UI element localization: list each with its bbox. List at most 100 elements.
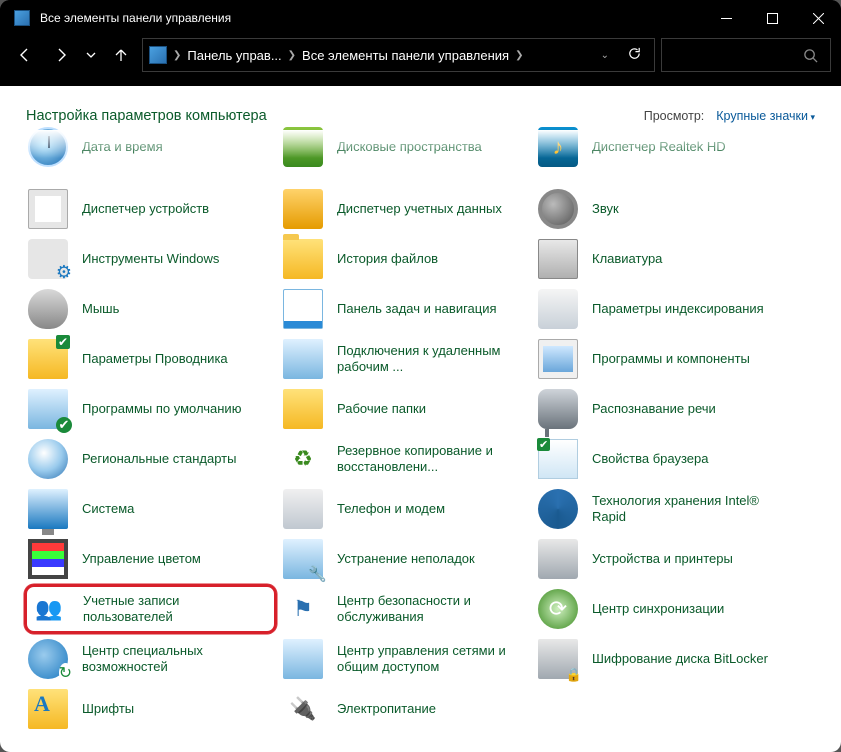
item-label: Устранение неполадок bbox=[337, 551, 475, 567]
item-label: Программы по умолчанию bbox=[82, 401, 241, 417]
forward-button[interactable] bbox=[46, 40, 76, 70]
control-panel-item[interactable]: История файлов bbox=[279, 234, 532, 284]
item-label: Рабочие папки bbox=[337, 401, 426, 417]
search-icon bbox=[803, 48, 818, 63]
control-panel-item[interactable]: Рабочие папки bbox=[279, 384, 532, 434]
control-panel-item[interactable]: Инструменты Windows bbox=[24, 234, 277, 284]
ease-icon bbox=[28, 639, 68, 679]
control-panel-item[interactable]: ♻Резервное копирование и восстановлени..… bbox=[279, 434, 532, 484]
chevron-icon: ❯ bbox=[171, 50, 183, 61]
control-panel-item[interactable]: Программы и компоненты bbox=[534, 334, 787, 384]
control-panel-icon bbox=[14, 10, 30, 26]
network-icon bbox=[283, 639, 323, 679]
control-panel-item[interactable]: Устранение неполадок bbox=[279, 534, 532, 584]
control-panel-item[interactable]: Звук bbox=[534, 184, 787, 234]
control-panel-item[interactable]: Дисковые пространства bbox=[279, 110, 532, 184]
refresh-button[interactable] bbox=[621, 46, 648, 64]
maximize-button[interactable] bbox=[749, 0, 795, 36]
item-label: История файлов bbox=[337, 251, 438, 267]
items-grid: Дата и времяДисковые пространства♪Диспет… bbox=[0, 130, 841, 752]
sound-icon bbox=[538, 189, 578, 229]
item-label: Диспетчер учетных данных bbox=[337, 201, 502, 217]
item-label: Устройства и принтеры bbox=[592, 551, 733, 567]
system-icon bbox=[28, 489, 68, 529]
item-label: Инструменты Windows bbox=[82, 251, 219, 267]
control-panel-item[interactable]: Региональные стандарты bbox=[24, 434, 277, 484]
work-icon bbox=[283, 389, 323, 429]
control-panel-item[interactable]: Система bbox=[24, 484, 277, 534]
fonts-icon bbox=[28, 689, 68, 729]
item-label: Параметры Проводника bbox=[82, 351, 228, 367]
window: Все элементы панели управления ❯ Панель … bbox=[0, 0, 841, 752]
control-panel-item[interactable]: ⚑Центр безопасности и обслуживания bbox=[279, 584, 532, 634]
control-panel-item[interactable]: Свойства браузера bbox=[534, 434, 787, 484]
address-bar[interactable]: ❯ Панель управ... ❯ Все элементы панели … bbox=[142, 38, 655, 72]
item-label: Шифрование диска BitLocker bbox=[592, 651, 768, 667]
control-panel-item[interactable]: Телефон и модем bbox=[279, 484, 532, 534]
breadcrumb-2[interactable]: Все элементы панели управления bbox=[302, 48, 509, 63]
item-label: Региональные стандарты bbox=[82, 451, 236, 467]
control-panel-item[interactable]: ♪ Диспетчер Realtek HD bbox=[534, 110, 787, 184]
remote-icon bbox=[283, 339, 323, 379]
item-label: Телефон и модем bbox=[337, 501, 445, 517]
control-panel-item[interactable]: Шрифты bbox=[24, 684, 277, 734]
control-panel-item[interactable]: Дата и время bbox=[24, 110, 277, 184]
sync-icon: ⟳ bbox=[538, 589, 578, 629]
item-label: Мышь bbox=[82, 301, 119, 317]
item-label: Панель задач и навигация bbox=[337, 301, 497, 317]
breadcrumb-1[interactable]: Панель управ... bbox=[187, 48, 281, 63]
control-panel-item[interactable]: Параметры Проводника bbox=[24, 334, 277, 384]
back-button[interactable] bbox=[10, 40, 40, 70]
taskbar-icon bbox=[283, 289, 323, 329]
control-panel-item[interactable]: Управление цветом bbox=[24, 534, 277, 584]
item-label: Резервное копирование и восстановлени... bbox=[337, 443, 526, 476]
control-panel-item[interactable]: Параметры индексирования bbox=[534, 284, 787, 334]
printer-icon bbox=[538, 539, 578, 579]
control-panel-item[interactable]: Распознавание речи bbox=[534, 384, 787, 434]
up-button[interactable] bbox=[106, 40, 136, 70]
window-title: Все элементы панели управления bbox=[40, 11, 231, 25]
control-panel-item[interactable]: Программы по умолчанию bbox=[24, 384, 277, 434]
control-panel-item[interactable]: Диспетчер устройств bbox=[24, 184, 277, 234]
trouble-icon bbox=[283, 539, 323, 579]
item-label: Центр управления сетями и общим доступом bbox=[337, 643, 526, 676]
item-label: Диспетчер Realtek HD bbox=[592, 139, 726, 155]
programs-icon bbox=[538, 339, 578, 379]
region-icon bbox=[28, 439, 68, 479]
creds-icon bbox=[283, 189, 323, 229]
cp-icon bbox=[149, 46, 167, 64]
control-panel-item[interactable]: Устройства и принтеры bbox=[534, 534, 787, 584]
control-panel-item[interactable]: Технология хранения Intel® Rapid bbox=[534, 484, 787, 534]
control-panel-item[interactable]: 👥Учетные записи пользователей bbox=[24, 584, 277, 634]
tools-icon bbox=[28, 239, 68, 279]
history-dropdown[interactable] bbox=[82, 40, 100, 70]
item-label: Электропитание bbox=[337, 701, 436, 717]
item-label: Центр синхронизации bbox=[592, 601, 724, 617]
item-label: Управление цветом bbox=[82, 551, 201, 567]
item-label: Подключения к удаленным рабочим ... bbox=[337, 343, 526, 376]
search-box[interactable] bbox=[661, 38, 831, 72]
control-panel-item[interactable]: Центр специальных возможностей bbox=[24, 634, 277, 684]
users-icon: 👥 bbox=[29, 589, 69, 629]
control-panel-item[interactable]: Диспетчер учетных данных bbox=[279, 184, 532, 234]
realtek-icon: ♪ bbox=[538, 127, 578, 167]
item-label: Программы и компоненты bbox=[592, 351, 750, 367]
control-panel-item[interactable]: Центр управления сетями и общим доступом bbox=[279, 634, 532, 684]
item-label: Система bbox=[82, 501, 134, 517]
item-label: Диспетчер устройств bbox=[82, 201, 209, 217]
control-panel-item[interactable]: Шифрование диска BitLocker bbox=[534, 634, 787, 684]
address-dropdown[interactable]: ⌄ bbox=[593, 50, 617, 61]
keyboard-icon bbox=[538, 239, 578, 279]
explorer-icon bbox=[28, 339, 68, 379]
minimize-button[interactable] bbox=[703, 0, 749, 36]
control-panel-item[interactable]: Мышь bbox=[24, 284, 277, 334]
control-panel-item[interactable]: Панель задач и навигация bbox=[279, 284, 532, 334]
close-button[interactable] bbox=[795, 0, 841, 36]
control-panel-item[interactable]: Клавиатура bbox=[534, 234, 787, 284]
mouse-icon bbox=[28, 289, 68, 329]
control-panel-item[interactable]: ⟳ Центр синхронизации bbox=[534, 584, 787, 634]
control-panel-item[interactable]: 🔌Электропитание bbox=[279, 684, 532, 734]
control-panel-item[interactable]: Подключения к удаленным рабочим ... bbox=[279, 334, 532, 384]
color-icon bbox=[28, 539, 68, 579]
item-label: Технология хранения Intel® Rapid bbox=[592, 493, 781, 526]
